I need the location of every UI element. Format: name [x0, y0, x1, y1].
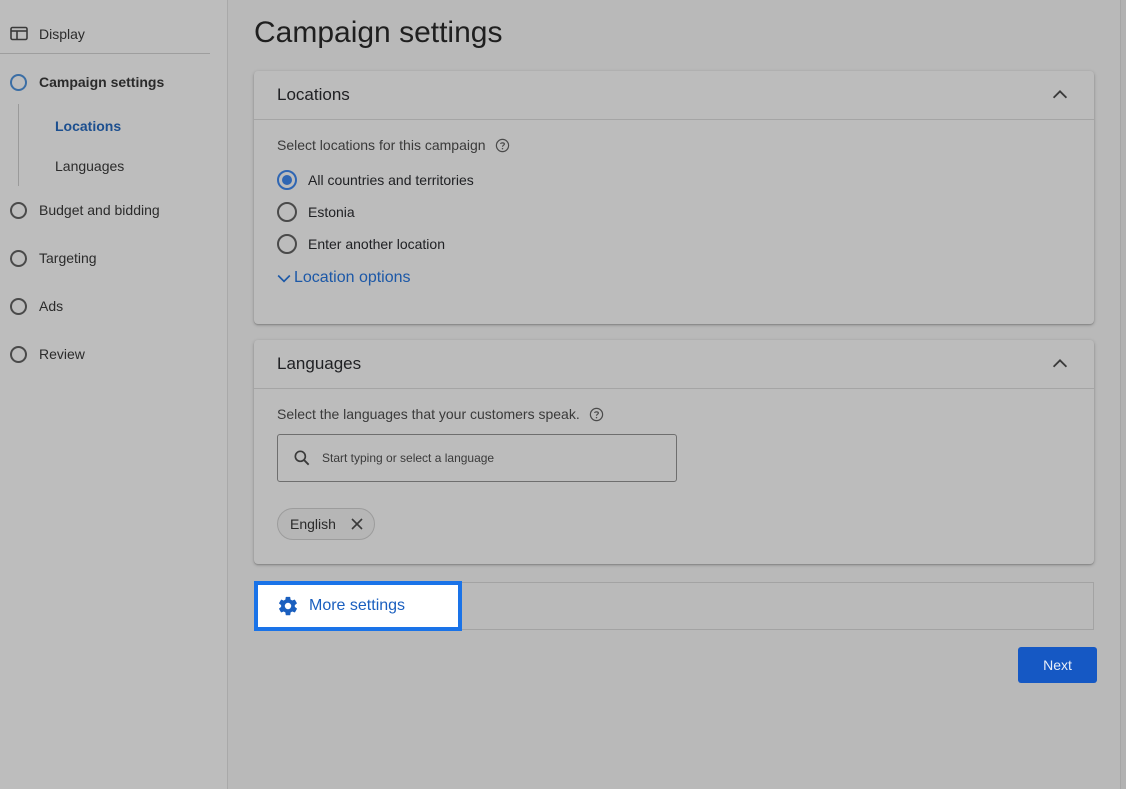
- chevron-up-icon[interactable]: [1049, 353, 1071, 375]
- sidebar-item-label: Ads: [39, 298, 64, 314]
- sidebar-item-label: Budget and bidding: [39, 202, 160, 218]
- location-option-label: All countries and territories: [308, 172, 474, 188]
- sidebar-subitem-locations[interactable]: Locations: [55, 114, 121, 138]
- sidebar-item-budget-and-bidding[interactable]: Budget and bidding: [0, 190, 228, 230]
- sidebar-subitem-languages[interactable]: Languages: [55, 154, 124, 178]
- sidebar-campaign-type[interactable]: Display: [0, 14, 210, 54]
- location-option-estonia[interactable]: Estonia: [277, 196, 1071, 228]
- language-chip-english: English: [277, 508, 375, 540]
- locations-card: Locations Select locations for this camp…: [254, 71, 1094, 324]
- sidebar-item-ads[interactable]: Ads: [0, 286, 228, 326]
- location-option-label: Enter another location: [308, 236, 445, 252]
- step-circle-icon: [10, 201, 27, 219]
- location-options-toggle[interactable]: Location options: [274, 268, 1071, 288]
- languages-card-title: Languages: [277, 354, 362, 373]
- sidebar-subitem-guide: [18, 104, 19, 186]
- step-circle-icon: [10, 345, 27, 363]
- more-settings-button[interactable]: More settings: [254, 581, 462, 631]
- languages-helper-text: Select the languages that your customers…: [277, 406, 580, 422]
- sidebar-item-targeting[interactable]: Targeting: [0, 238, 228, 278]
- sidebar-item-review[interactable]: Review: [0, 334, 228, 374]
- sidebar-item-label: Campaign settings: [39, 74, 165, 90]
- locations-card-header[interactable]: Locations: [254, 71, 1094, 120]
- location-options-label: Location options: [294, 269, 411, 286]
- chevron-down-icon: [277, 274, 291, 283]
- languages-helper: Select the languages that your customers…: [277, 406, 1071, 422]
- sidebar-campaign-type-label: Display: [39, 25, 85, 42]
- help-icon[interactable]: [495, 138, 510, 153]
- close-icon[interactable]: [350, 517, 364, 531]
- radio-unchecked-icon[interactable]: [277, 202, 297, 222]
- languages-card: Languages Select the languages that your…: [254, 340, 1094, 564]
- right-scroll-edge: [1120, 0, 1126, 789]
- locations-helper: Select locations for this campaign: [277, 137, 1071, 153]
- search-icon: [294, 450, 310, 466]
- location-option-all[interactable]: All countries and territories: [277, 164, 1071, 196]
- radio-unchecked-icon[interactable]: [277, 234, 297, 254]
- language-search-input[interactable]: [322, 451, 652, 465]
- step-circle-icon: [10, 297, 27, 315]
- locations-card-title: Locations: [277, 85, 350, 104]
- step-circle-icon: [10, 73, 27, 91]
- languages-card-header[interactable]: Languages: [254, 340, 1094, 389]
- sidebar-item-label: Targeting: [39, 250, 97, 266]
- page-title: Campaign settings: [254, 16, 503, 49]
- radio-checked-icon[interactable]: [277, 170, 297, 190]
- gear-icon: [279, 596, 297, 616]
- more-settings-label: More settings: [309, 597, 406, 614]
- step-circle-icon: [10, 249, 27, 267]
- next-button[interactable]: Next: [1018, 647, 1097, 683]
- language-chip-label: English: [290, 516, 336, 532]
- location-option-another[interactable]: Enter another location: [277, 228, 1071, 260]
- sidebar-item-campaign-settings[interactable]: Campaign settings: [0, 62, 228, 102]
- chevron-up-icon[interactable]: [1049, 84, 1071, 106]
- location-option-label: Estonia: [308, 204, 355, 220]
- help-icon[interactable]: [589, 407, 604, 422]
- display-icon: [10, 26, 28, 40]
- sidebar-item-label: Review: [39, 346, 85, 362]
- locations-helper-text: Select locations for this campaign: [277, 137, 486, 153]
- sidebar: Display Campaign settings Locations Lang…: [0, 0, 228, 789]
- language-search-field[interactable]: [277, 434, 677, 482]
